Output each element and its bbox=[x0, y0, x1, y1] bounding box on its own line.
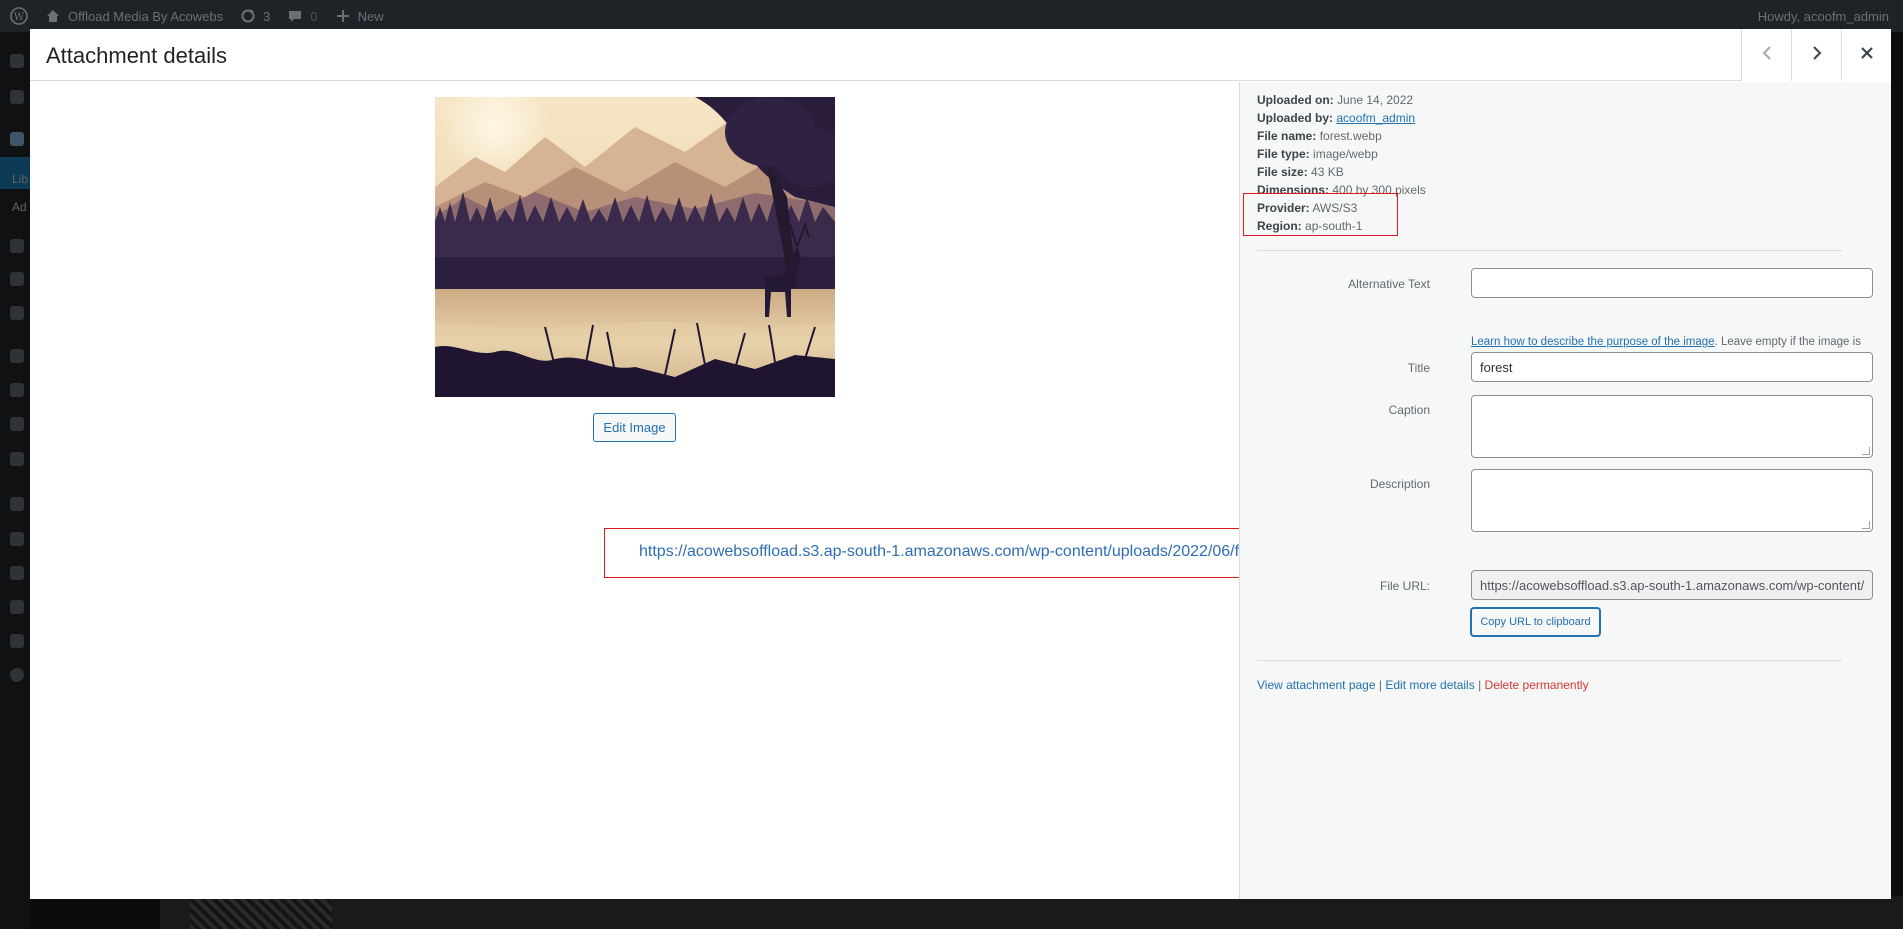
file-url-callout-box: https://acowebsoffload.s3.ap-south-1.ama… bbox=[604, 528, 1349, 578]
collapse-icon bbox=[8, 666, 26, 684]
previous-button[interactable] bbox=[1741, 29, 1791, 81]
media-icon bbox=[8, 130, 26, 148]
site-name-link[interactable]: Offload Media By Acowebs bbox=[36, 0, 231, 32]
comments-link[interactable]: 0 bbox=[278, 0, 325, 32]
background-content bbox=[160, 896, 1903, 929]
home-icon bbox=[44, 7, 62, 25]
provider-region-callout-box bbox=[1243, 193, 1398, 236]
wordpress-logo-button[interactable]: W bbox=[0, 0, 36, 32]
sidebar-item-library: Lib bbox=[12, 172, 29, 186]
edit-more-details-link[interactable]: Edit more details bbox=[1385, 678, 1474, 692]
tools-icon bbox=[8, 598, 26, 616]
title-label: Title bbox=[1407, 361, 1430, 375]
wordpress-icon: W bbox=[10, 7, 28, 25]
modal-header: Attachment details bbox=[30, 29, 1891, 81]
file-url-label: File URL: bbox=[1379, 579, 1430, 593]
plugin-menu-icon bbox=[8, 304, 26, 322]
file-url-input[interactable] bbox=[1471, 570, 1873, 600]
description-textarea[interactable] bbox=[1471, 469, 1873, 532]
howdy-greeting: Howdy, acoofm_admin bbox=[1757, 8, 1889, 24]
plugins-icon bbox=[8, 530, 26, 548]
comments-sidebar-icon bbox=[8, 270, 26, 288]
separator: | bbox=[1478, 678, 1482, 692]
refresh-icon bbox=[239, 7, 257, 25]
attachment-actions: View attachment page | Edit more details… bbox=[1257, 678, 1589, 692]
updates-link[interactable]: 3 bbox=[231, 0, 278, 32]
attachment-image-preview bbox=[435, 97, 835, 397]
pin-icon bbox=[8, 88, 26, 106]
view-attachment-page-link[interactable]: View attachment page bbox=[1257, 678, 1376, 692]
resize-handle[interactable] bbox=[1862, 447, 1870, 455]
alt-help-link[interactable]: Learn how to describe the purpose of the… bbox=[1471, 336, 1715, 348]
file-type: File type: image/webp bbox=[1257, 147, 1378, 161]
close-button[interactable] bbox=[1841, 29, 1891, 81]
users-icon bbox=[8, 564, 26, 582]
appearance-icon bbox=[8, 495, 26, 513]
copy-url-button[interactable]: Copy URL to clipboard bbox=[1471, 608, 1600, 636]
marketing-icon bbox=[8, 450, 26, 468]
modal-title: Attachment details bbox=[46, 43, 227, 68]
file-name: File name: forest.webp bbox=[1257, 129, 1382, 143]
new-content-link[interactable]: New bbox=[326, 0, 392, 32]
file-size: File size: 43 KB bbox=[1257, 165, 1344, 179]
site-name: Offload Media By Acowebs bbox=[68, 8, 224, 24]
next-button[interactable] bbox=[1791, 29, 1841, 81]
delete-permanently-link[interactable]: Delete permanently bbox=[1485, 678, 1589, 692]
close-icon bbox=[1860, 46, 1874, 65]
uploaded-by-link[interactable]: acoofm_admin bbox=[1336, 111, 1415, 125]
analytics-icon bbox=[8, 415, 26, 433]
dashboard-icon bbox=[8, 52, 26, 70]
account-menu[interactable]: Howdy, acoofm_admin bbox=[1758, 0, 1889, 32]
file-url-callout-text: https://acowebsoffload.s3.ap-south-1.ama… bbox=[639, 543, 1318, 560]
updates-count: 3 bbox=[263, 8, 271, 24]
background-thumbnail bbox=[190, 896, 332, 929]
separator: | bbox=[1378, 678, 1382, 692]
admin-sidebar: Lib Ad bbox=[0, 32, 30, 929]
caption-textarea[interactable] bbox=[1471, 395, 1873, 458]
divider bbox=[1257, 250, 1842, 251]
resize-handle[interactable] bbox=[1862, 521, 1870, 529]
edit-image-button[interactable]: Edit Image bbox=[593, 413, 676, 442]
products-icon bbox=[8, 381, 26, 399]
svg-text:W: W bbox=[14, 12, 25, 23]
attachment-details-modal: Attachment details Edit Image https://ac… bbox=[30, 29, 1891, 899]
chevron-right-icon bbox=[1810, 45, 1824, 66]
woocommerce-icon bbox=[8, 347, 26, 365]
plus-icon bbox=[334, 7, 352, 25]
comment-icon bbox=[286, 7, 304, 25]
alt-text-label: Alternative Text bbox=[1348, 277, 1430, 291]
pages-icon bbox=[8, 237, 26, 255]
caption-label: Caption bbox=[1388, 403, 1430, 417]
new-label: New bbox=[357, 8, 384, 24]
chevron-left-icon bbox=[1760, 45, 1774, 66]
settings-icon bbox=[8, 632, 26, 650]
admin-bar: W Offload Media By Acowebs 3 0 New Howdy… bbox=[0, 0, 1903, 32]
attachment-details-sidebar: Uploaded on: June 14, 2022 Uploaded by: … bbox=[1239, 82, 1891, 899]
forest-landscape-image bbox=[435, 97, 835, 397]
sidebar-item-add-new: Ad bbox=[12, 200, 27, 214]
comments-count: 0 bbox=[310, 8, 318, 24]
divider bbox=[1257, 660, 1842, 661]
uploaded-on: Uploaded on: June 14, 2022 bbox=[1257, 93, 1414, 107]
alt-text-input[interactable] bbox=[1471, 268, 1873, 298]
uploaded-by: Uploaded by: acoofm_admin bbox=[1257, 111, 1416, 125]
description-label: Description bbox=[1369, 477, 1430, 491]
title-input[interactable] bbox=[1471, 352, 1873, 382]
